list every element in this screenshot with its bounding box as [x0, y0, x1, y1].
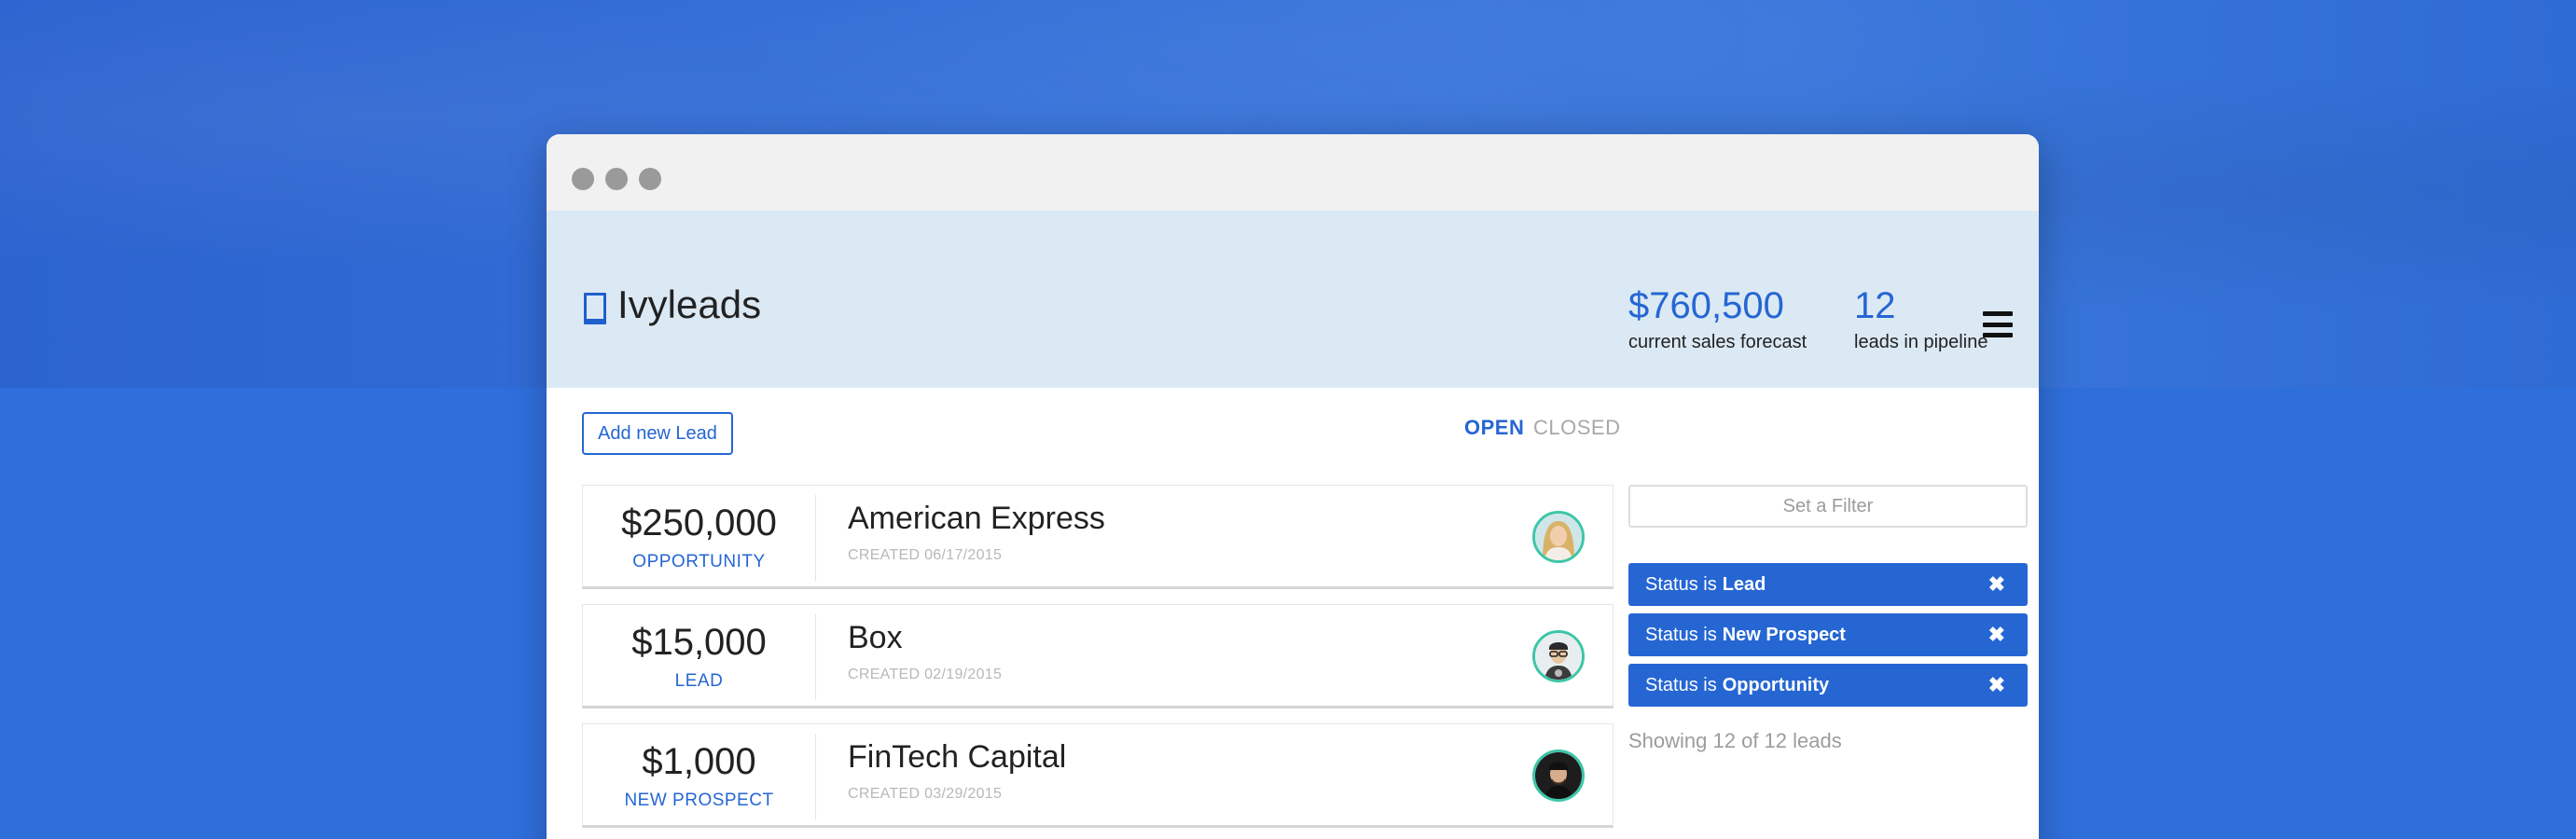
avatar[interactable] [1532, 630, 1585, 682]
filter-chip-value: Opportunity [1722, 674, 1830, 695]
window-titlebar [547, 134, 2039, 211]
lead-amount-column: $1,000 NEW PROSPECT [583, 734, 816, 819]
forecast-label: current sales forecast [1628, 332, 1807, 352]
lead-company-name: FinTech Capital [848, 739, 1067, 775]
close-icon[interactable]: ✖ [1988, 673, 2005, 697]
filter-chip-lead[interactable]: Status is Lead ✖ [1628, 563, 2028, 606]
filter-input[interactable] [1628, 485, 2028, 528]
app-window: Ivyleads $760,500 current sales forecast… [547, 134, 2039, 839]
filter-chip-value: Lead [1722, 573, 1766, 595]
lead-created-date: CREATED 02/19/2015 [848, 667, 1003, 682]
filter-chip-new-prospect[interactable]: Status is New Prospect ✖ [1628, 613, 2028, 656]
filter-chip-prefix: Status is [1645, 674, 1717, 695]
filter-chip-prefix: Status is [1645, 573, 1717, 595]
lead-status: NEW PROSPECT [624, 791, 774, 810]
lead-company-name: American Express [848, 501, 1105, 536]
main-content: Add new Lead OPEN CLOSED $250,000 OPPORT… [547, 388, 2039, 839]
lead-card[interactable]: $15,000 LEAD Box CREATED 02/19/2015 [582, 604, 1613, 708]
lead-created-date: CREATED 06/17/2015 [848, 547, 1003, 563]
lead-status: OPPORTUNITY [632, 552, 766, 571]
filter-chip-value: New Prospect [1722, 624, 1846, 645]
pipeline-label: leads in pipeline [1854, 332, 1988, 352]
lead-amount: $1,000 [642, 741, 756, 782]
app-brand: Ivyleads [617, 282, 762, 326]
tab-closed[interactable]: CLOSED [1533, 416, 1620, 440]
close-icon[interactable]: ✖ [1988, 572, 2005, 597]
app-header: Ivyleads $760,500 current sales forecast… [547, 211, 2039, 388]
lead-amount: $15,000 [631, 622, 767, 663]
lead-company-name: Box [848, 620, 903, 655]
book-icon [584, 293, 606, 324]
filter-chip-prefix: Status is [1645, 624, 1717, 645]
lead-created-date: CREATED 03/29/2015 [848, 786, 1003, 802]
add-new-lead-button[interactable]: Add new Lead [582, 412, 733, 455]
lead-card[interactable]: $250,000 OPPORTUNITY American Express CR… [582, 485, 1613, 589]
avatar[interactable] [1532, 511, 1585, 563]
close-icon[interactable]: ✖ [1988, 623, 2005, 647]
pipeline-stat: 12 leads in pipeline [1854, 285, 1987, 353]
avatar[interactable] [1532, 750, 1585, 802]
window-maximize-button[interactable] [639, 168, 661, 190]
lead-amount-column: $15,000 LEAD [583, 614, 816, 700]
lead-card[interactable]: $1,000 NEW PROSPECT FinTech Capital CREA… [582, 723, 1613, 828]
sales-forecast-stat: $760,500 current sales forecast [1628, 285, 1807, 353]
results-count: Showing 12 of 12 leads [1628, 729, 1842, 752]
tab-open[interactable]: OPEN [1464, 416, 1524, 440]
lead-status: LEAD [674, 671, 724, 691]
filter-chip-opportunity[interactable]: Status is Opportunity ✖ [1628, 664, 2028, 707]
pipeline-value: 12 [1854, 285, 1896, 326]
lead-amount-column: $250,000 OPPORTUNITY [583, 495, 816, 581]
lead-amount: $250,000 [621, 502, 777, 543]
forecast-value: $760,500 [1628, 285, 1784, 326]
window-minimize-button[interactable] [605, 168, 628, 190]
window-close-button[interactable] [572, 168, 594, 190]
